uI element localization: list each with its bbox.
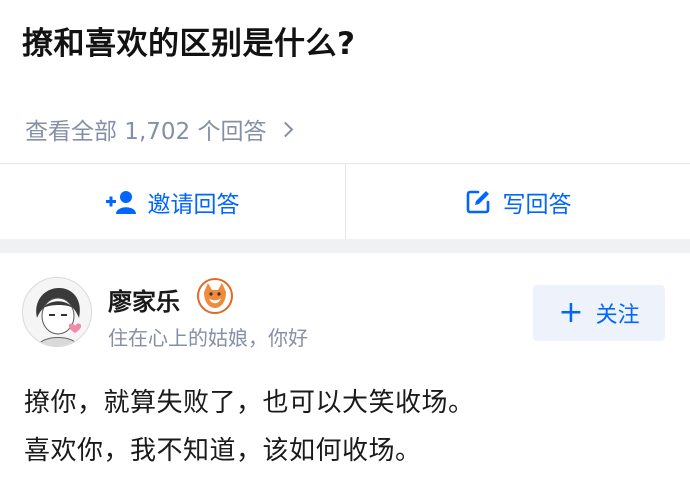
view-all-answers-link[interactable]: 查看全部 1,702 个回答 <box>25 112 294 146</box>
invite-answer-button[interactable]: 邀请回答 <box>0 164 345 239</box>
invite-answer-label: 邀请回答 <box>147 191 240 218</box>
author-bio: 住在心上的姑娘，你好 <box>108 326 308 350</box>
fox-badge-icon <box>197 278 233 314</box>
question-title: 撩和喜欢的区别是什么? <box>22 26 356 62</box>
write-answer-button[interactable]: 写回答 <box>345 164 690 239</box>
edit-icon <box>466 190 489 213</box>
anime-boy-avatar <box>23 278 91 346</box>
question-action-bar: 邀请回答 写回答 <box>0 164 690 239</box>
author-name[interactable]: 廖家乐 <box>108 282 180 317</box>
answer-text-line: 喜欢你，我不知道，该如何收场。 <box>24 436 422 466</box>
write-answer-label: 写回答 <box>502 191 572 218</box>
follow-button[interactable]: + 关注 <box>533 285 665 341</box>
plus-icon: + <box>558 295 584 330</box>
section-separator <box>0 239 690 253</box>
author-avatar[interactable] <box>22 277 92 347</box>
follow-label: 关注 <box>595 303 640 328</box>
view-all-answers-label: 查看全部 1,702 个回答 <box>25 119 267 145</box>
add-person-icon <box>105 190 136 214</box>
answer-text-line: 撩你，就算失败了，也可以大笑收场。 <box>24 388 475 418</box>
chevron-right-icon <box>278 121 294 137</box>
